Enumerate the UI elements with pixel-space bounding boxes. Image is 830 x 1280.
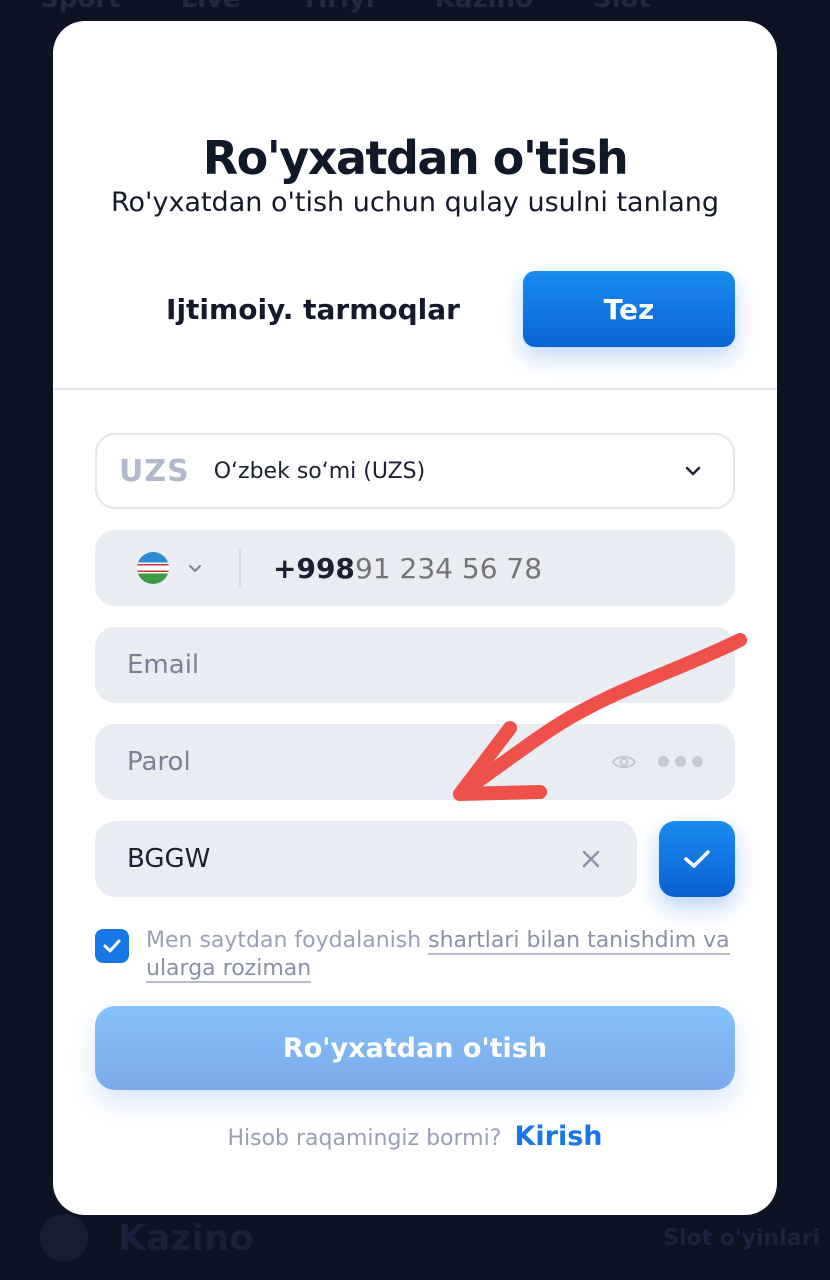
currency-select[interactable]: UZS O‘zbek so‘mi (UZS) [95,433,735,509]
phone-separator [239,550,241,586]
check-icon [684,850,710,868]
uzbekistan-flag-icon[interactable] [137,552,169,584]
check-icon [103,939,121,953]
chevron-down-icon [685,466,701,476]
promo-field-wrapper [95,821,637,897]
bg-bottom-label: Kazino [118,1217,254,1259]
close-icon[interactable] [581,849,601,869]
currency-name: O‘zbek so‘mi (UZS) [213,458,426,484]
bg-nav-item: Live [180,0,240,20]
password-generate-icon[interactable] [658,756,703,767]
tab-social-networks[interactable]: Ijtimoiy. tarmoqlar [153,271,473,347]
terms-text: Men saytdan foydalanish shartlari bilan … [146,927,746,983]
password-input[interactable] [127,747,587,777]
chevron-down-icon[interactable] [187,560,203,576]
modal-subtitle: Ro'yxatdan o'tish uchun qulay usulni tan… [110,187,719,218]
terms-label: Men saytdan foydalanish [146,928,429,953]
promo-code-input[interactable] [127,844,587,874]
phone-prefix: +998 [273,551,355,585]
phone-input[interactable] [355,551,655,585]
email-field-wrapper [95,627,735,703]
divider [53,388,777,390]
background-nav: Sport Live Tiriyi Kazino Slot [0,0,830,20]
password-field-wrapper [95,724,735,800]
modal-title: Ro'yxatdan o'tish [202,131,629,185]
bg-nav-item: Sport [40,0,120,20]
login-link[interactable]: Kirish [514,1121,602,1152]
promo-confirm-button[interactable] [659,821,735,897]
currency-code: UZS [119,453,190,489]
login-question: Hisob raqamingiz bormi? [227,1126,502,1151]
login-row: Hisob raqamingiz bormi? Kirish [53,1121,777,1152]
registration-modal: Ro'yxatdan o'tish Ro'yxatdan o'tish uchu… [53,21,777,1215]
casino-icon [40,1214,88,1262]
phone-field: +998 [95,530,735,606]
bg-nav-item: Slot [593,0,651,20]
tab-fast[interactable]: Tez [523,271,735,347]
email-input[interactable] [127,650,587,680]
eye-icon[interactable] [611,750,637,774]
register-button[interactable]: Ro'yxatdan o'tish [95,1006,735,1090]
bg-nav-item: Tiriyi [301,0,375,20]
bg-bottom-right: Slot o'yinlari [663,1225,820,1251]
background-bottom-bar: Kazino Slot o'yinlari [40,1208,820,1268]
terms-checkbox[interactable] [95,929,129,963]
bg-nav-item: Kazino [435,0,533,20]
